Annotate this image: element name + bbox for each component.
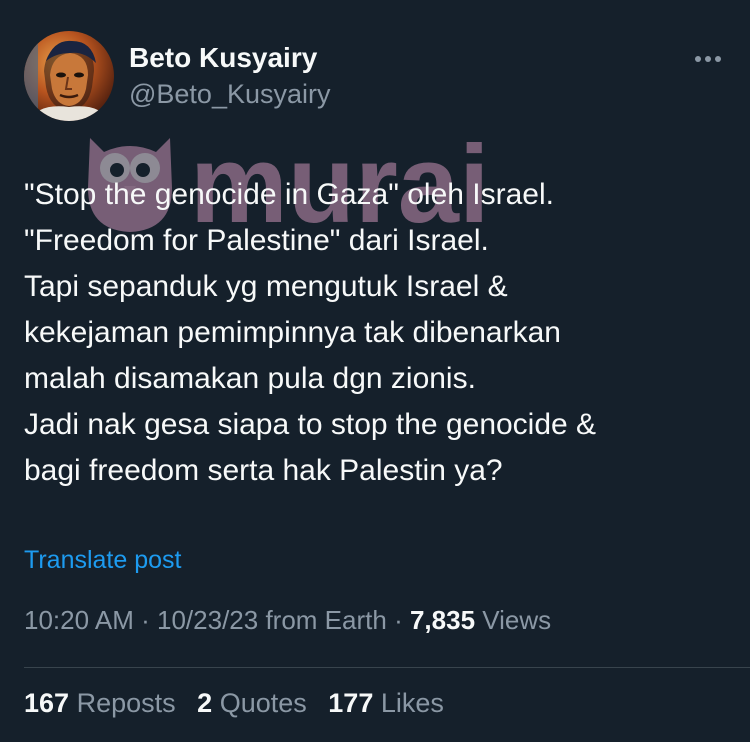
- tweet-line: Jadi nak gesa siapa to stop the genocide…: [24, 408, 597, 441]
- reposts-label: Reposts: [76, 688, 176, 718]
- avatar[interactable]: [24, 31, 114, 121]
- likes-label: Likes: [380, 688, 444, 718]
- author-name[interactable]: Beto Kusyairy: [129, 42, 317, 74]
- more-horizontal-icon[interactable]: [688, 44, 728, 74]
- likes-stat[interactable]: 177 Likes: [328, 688, 444, 718]
- post-date[interactable]: 10/23/23: [157, 605, 258, 635]
- tweet-line: malah disamakan pula dgn zionis.: [24, 362, 476, 395]
- tweet-line: "Freedom for Palestine" dari Israel.: [24, 224, 489, 257]
- views-label: Views: [482, 605, 552, 635]
- meta-separator: ·: [394, 605, 403, 635]
- views-count: 7,835: [409, 605, 476, 635]
- quotes-label: Quotes: [219, 688, 307, 718]
- divider: [24, 667, 750, 668]
- reposts-count: 167: [24, 688, 70, 718]
- author-handle[interactable]: @Beto_Kusyairy: [129, 79, 331, 110]
- reposts-stat[interactable]: 167 Reposts: [24, 688, 183, 718]
- tweet-line: bagi freedom serta hak Palestin ya?: [24, 454, 503, 487]
- quotes-count: 2: [197, 688, 213, 718]
- post-time[interactable]: 10:20 AM: [24, 605, 134, 635]
- post-source: from Earth: [265, 605, 387, 635]
- quotes-stat[interactable]: 2 Quotes: [197, 688, 314, 718]
- avatar-portrait: [24, 31, 108, 121]
- translate-post-link[interactable]: Translate post: [24, 546, 181, 575]
- tweet-text: "Stop the genocide in Gaza" oleh Israel.…: [24, 172, 724, 494]
- tweet-line: "Stop the genocide in Gaza" oleh Israel.: [24, 178, 554, 211]
- likes-count: 177: [328, 688, 374, 718]
- engagement-stats: 167 Reposts 2 Quotes 177 Likes: [24, 688, 458, 719]
- tweet-line: Tapi sepanduk yg mengutuk Israel &: [24, 270, 508, 303]
- tweet-line: kekejaman pemimpinnya tak dibenarkan: [24, 316, 561, 349]
- meta-separator: ·: [141, 605, 150, 635]
- tweet-meta: 10:20 AM · 10/23/23 from Earth · 7,835 V…: [24, 605, 551, 636]
